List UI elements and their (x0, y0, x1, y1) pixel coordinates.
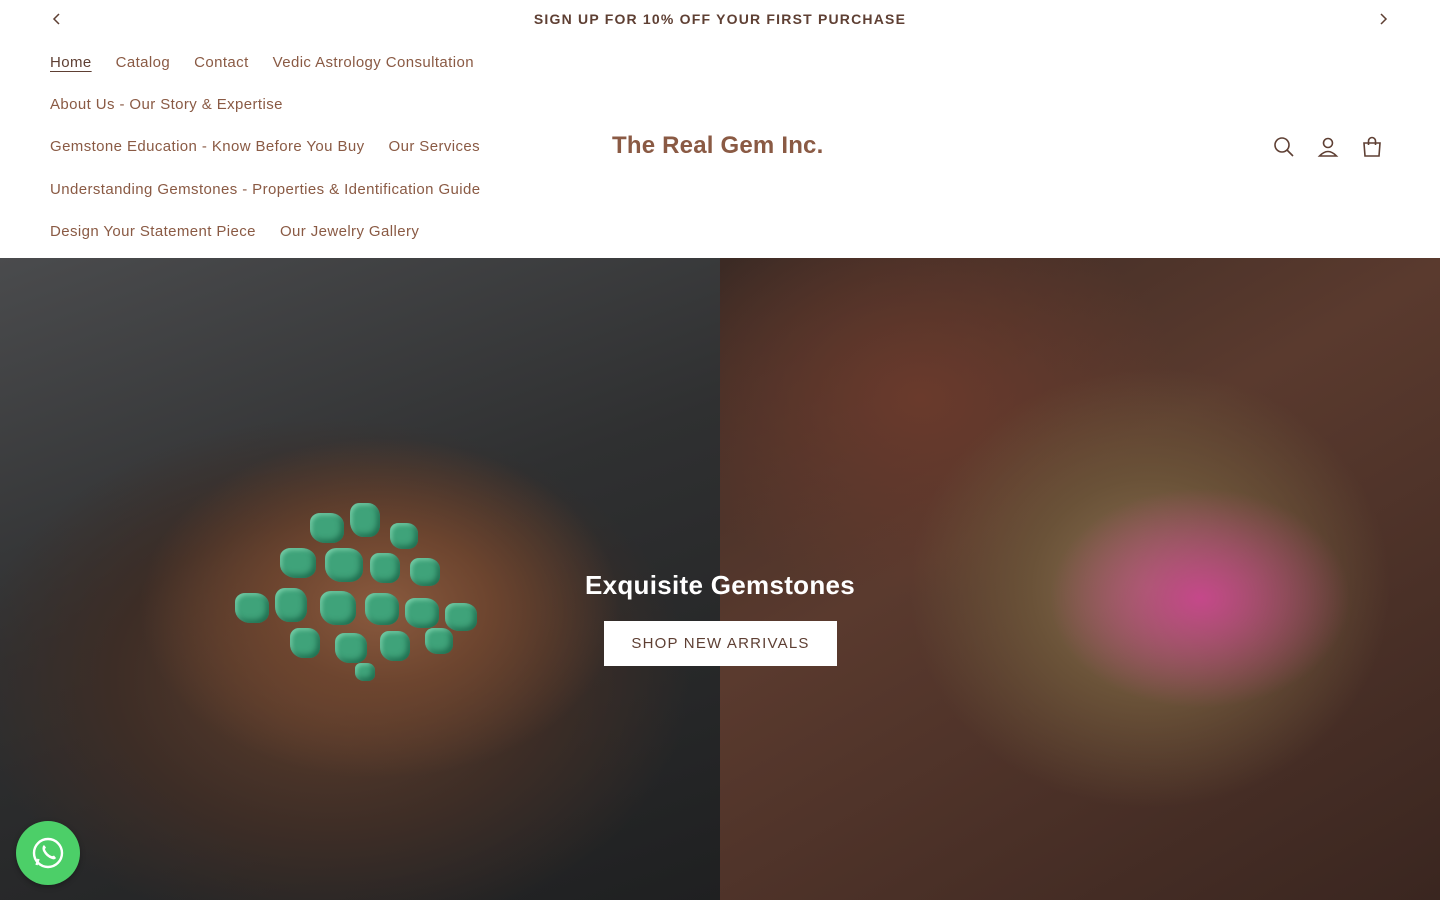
cart-icon (1363, 136, 1381, 157)
announcement-next-button[interactable] (1373, 9, 1393, 29)
announcement-bar: SIGN UP FOR 10% OFF YOUR FIRST PURCHASE (0, 0, 1440, 37)
nav-item-catalog[interactable]: Catalog (116, 54, 171, 71)
nav-item-jewelry-gallery[interactable]: Our Jewelry Gallery (280, 223, 419, 240)
hero-banner: Exquisite Gemstones SHOP NEW ARRIVALS (0, 258, 1440, 900)
nav-row: Design Your Statement Piece Our Jewelry … (50, 223, 443, 240)
whatsapp-chat-button[interactable] (16, 821, 80, 885)
nav-row: About Us - Our Story & Expertise (50, 96, 307, 113)
nav-item-understanding-gemstones[interactable]: Understanding Gemstones - Properties & I… (50, 181, 480, 198)
nav-item-our-services[interactable]: Our Services (389, 138, 481, 155)
shop-new-arrivals-button[interactable]: SHOP NEW ARRIVALS (604, 621, 837, 666)
cart-button[interactable] (1359, 134, 1385, 160)
nav-item-contact[interactable]: Contact (194, 54, 249, 71)
hero-title: Exquisite Gemstones (584, 570, 856, 600)
nav-item-gemstone-education[interactable]: Gemstone Education - Know Before You Buy (50, 138, 365, 155)
nav-item-home[interactable]: Home (50, 54, 92, 71)
nav-row: Understanding Gemstones - Properties & I… (50, 181, 504, 198)
nav-item-design-statement-piece[interactable]: Design Your Statement Piece (50, 223, 256, 240)
site-header: Home Catalog Contact Vedic Astrology Con… (0, 37, 1440, 258)
search-icon (1274, 137, 1294, 157)
account-icon (1317, 137, 1339, 157)
nav-row: Gemstone Education - Know Before You Buy… (50, 138, 504, 155)
nav-item-vedic-astrology[interactable]: Vedic Astrology Consultation (273, 54, 474, 71)
nav-row: Home Catalog Contact Vedic Astrology Con… (50, 54, 498, 71)
chevron-right-icon (1380, 13, 1388, 25)
announcement-prev-button[interactable] (47, 9, 67, 29)
announcement-text: SIGN UP FOR 10% OFF YOUR FIRST PURCHASE (533, 10, 907, 27)
site-logo[interactable]: The Real Gem Inc. (612, 132, 823, 160)
search-button[interactable] (1271, 134, 1297, 160)
chevron-left-icon (52, 13, 60, 25)
nav-item-about-us[interactable]: About Us - Our Story & Expertise (50, 96, 283, 113)
account-button[interactable] (1315, 134, 1341, 160)
whatsapp-icon (32, 837, 64, 869)
